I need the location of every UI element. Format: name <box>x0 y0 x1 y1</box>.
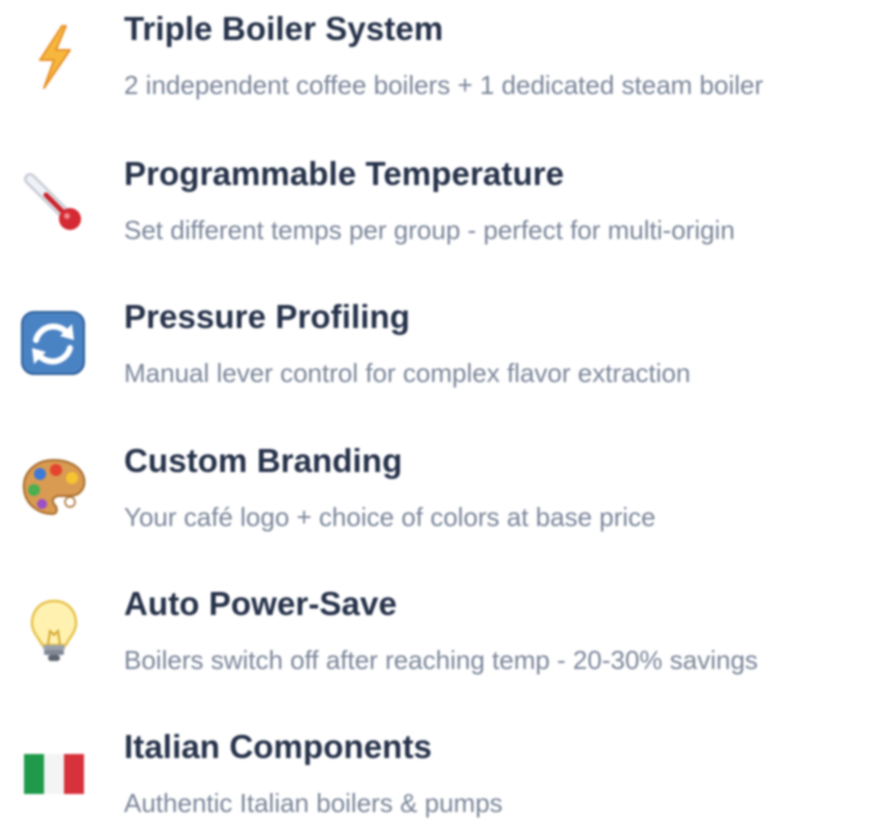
feature-item-pressure-profiling: Pressure Profiling Manual lever control … <box>0 288 892 398</box>
lightning-icon <box>18 20 90 92</box>
feature-description: Manual lever control for complex flavor … <box>124 358 691 388</box>
feature-list: Triple Boiler System 2 independent coffe… <box>0 0 892 818</box>
feature-description: Your café logo + choice of colors at bas… <box>124 502 656 532</box>
feature-item-triple-boiler: Triple Boiler System 2 independent coffe… <box>0 0 892 110</box>
palette-icon <box>18 452 90 524</box>
feature-title: Italian Components <box>124 728 432 765</box>
thermometer-icon <box>18 165 90 237</box>
feature-item-auto-power-save: Auto Power-Save Boilers switch off after… <box>0 575 892 685</box>
feature-item-custom-branding: Custom Branding Your café logo + choice … <box>0 432 892 542</box>
feature-item-programmable-temperature: Programmable Temperature Set different t… <box>0 145 892 255</box>
feature-title: Auto Power-Save <box>124 585 397 622</box>
italy-flag-icon <box>18 738 90 810</box>
cycle-arrows-icon <box>18 308 90 380</box>
feature-title: Triple Boiler System <box>124 10 444 47</box>
feature-title: Programmable Temperature <box>124 155 565 192</box>
lightbulb-icon <box>18 595 90 667</box>
feature-title: Pressure Profiling <box>124 298 411 335</box>
feature-description: 2 independent coffee boilers + 1 dedicat… <box>124 70 764 100</box>
feature-title: Custom Branding <box>124 442 403 479</box>
feature-description: Set different temps per group - perfect … <box>124 215 735 245</box>
feature-item-italian-components: Italian Components Authentic Italian boi… <box>0 718 892 828</box>
feature-description: Authentic Italian boilers & pumps <box>124 788 503 818</box>
feature-description: Boilers switch off after reaching temp -… <box>124 645 758 675</box>
